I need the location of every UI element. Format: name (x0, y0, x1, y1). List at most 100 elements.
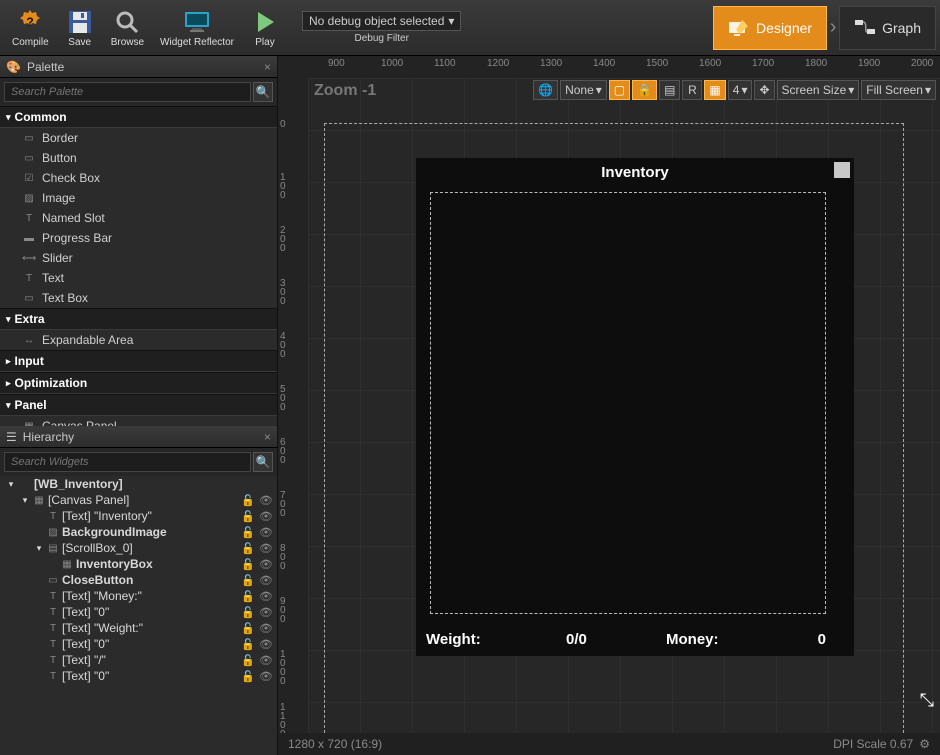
hierarchy-row[interactable]: T[Text] "0"🔓👁 (0, 604, 277, 620)
snap-size-combo[interactable]: 4▾ (728, 80, 753, 100)
eye-icon[interactable]: 👁 (259, 558, 273, 571)
hierarchy-row[interactable]: ▦InventoryBox🔓👁 (0, 556, 277, 572)
unlock-icon[interactable]: 🔓 (241, 670, 255, 683)
floppy-icon (65, 7, 95, 37)
palette-item[interactable]: ▨Image (0, 188, 277, 208)
play-button[interactable]: Play (242, 2, 288, 54)
designer-tab[interactable]: Designer (713, 6, 827, 50)
disclosure-icon[interactable]: ▾ (6, 479, 16, 490)
disclosure-icon[interactable]: ▾ (34, 543, 44, 554)
palette-item[interactable]: ▭Text Box (0, 288, 277, 308)
move-button[interactable]: ✥ (754, 80, 774, 100)
disclosure-icon[interactable]: ▾ (20, 495, 30, 506)
palette-item[interactable]: ⟷Slider (0, 248, 277, 268)
hierarchy-row[interactable]: T[Text] "Inventory"🔓👁 (0, 508, 277, 524)
eye-icon[interactable]: 👁 (259, 606, 273, 619)
palette-list[interactable]: ▾Common▭Border▭Button☑Check Box▨ImageTNa… (0, 106, 277, 426)
eye-icon[interactable]: 👁 (259, 654, 273, 667)
palette-item[interactable]: ↔Expandable Area (0, 330, 277, 350)
close-icon[interactable]: × (264, 60, 271, 74)
close-button-widget[interactable] (834, 162, 850, 178)
palette-item[interactable]: ▭Border (0, 128, 277, 148)
palette-item[interactable]: ▦Canvas Panel (0, 416, 277, 426)
eye-icon[interactable]: 👁 (259, 670, 273, 683)
palette-category[interactable]: ▾Common (0, 106, 277, 128)
eye-icon[interactable]: 👁 (259, 574, 273, 587)
ruler-tick: 200 (280, 226, 286, 253)
gear-icon[interactable]: ⚙ (919, 737, 930, 751)
hierarchy-row[interactable]: T[Text] "0"🔓👁 (0, 668, 277, 684)
palette-item[interactable]: ▬Progress Bar (0, 228, 277, 248)
unlock-icon[interactable]: 🔓 (241, 542, 255, 555)
unlock-icon[interactable]: 🔓 (241, 590, 255, 603)
hierarchy-tree[interactable]: ▾[WB_Inventory]▾▦[Canvas Panel]🔓👁T[Text]… (0, 476, 277, 755)
palette-item[interactable]: TNamed Slot (0, 208, 277, 228)
globe-button[interactable]: 🌐 (533, 80, 558, 100)
hierarchy-row[interactable]: ▭CloseButton🔓👁 (0, 572, 277, 588)
palette-search-input[interactable] (4, 82, 251, 102)
palette-tab[interactable]: 🎨 Palette × (0, 56, 277, 78)
ruler-tick: 1100 (434, 58, 456, 69)
hierarchy-row[interactable]: ▾▦[Canvas Panel]🔓👁 (0, 492, 277, 508)
weight-label: Weight: (426, 631, 481, 648)
hierarchy-row[interactable]: ▾▤[ScrollBox_0]🔓👁 (0, 540, 277, 556)
screen-size-combo[interactable]: Screen Size▾ (777, 80, 860, 100)
hierarchy-row[interactable]: T[Text] "0"🔓👁 (0, 636, 277, 652)
palette-item[interactable]: ☑Check Box (0, 168, 277, 188)
lock-toggle[interactable]: 🔒 (632, 80, 657, 100)
palette-item[interactable]: ▭Button (0, 148, 277, 168)
eye-icon[interactable]: 👁 (259, 622, 273, 635)
unlock-icon[interactable]: 🔓 (241, 606, 255, 619)
palette-category[interactable]: ▸Input (0, 350, 277, 372)
palette-category[interactable]: ▾Extra (0, 308, 277, 330)
eye-icon[interactable]: 👁 (259, 638, 273, 651)
eye-icon[interactable]: 👁 (259, 494, 273, 507)
hierarchy-row[interactable]: T[Text] "Money:"🔓👁 (0, 588, 277, 604)
breadcrumb-chevron: › (827, 6, 839, 50)
hierarchy-search-input[interactable] (4, 452, 251, 472)
hierarchy-tab[interactable]: ☰ Hierarchy × (0, 426, 277, 448)
eye-icon[interactable]: 👁 (259, 590, 273, 603)
palette-item[interactable]: TText (0, 268, 277, 288)
widget-type-icon: ▭ (22, 133, 36, 144)
graph-tab[interactable]: Graph (839, 6, 936, 50)
browse-button[interactable]: Browse (103, 2, 152, 54)
eye-icon[interactable]: 👁 (259, 526, 273, 539)
unlock-icon[interactable]: 🔓 (241, 558, 255, 571)
palette-search-button[interactable]: 🔍 (253, 82, 273, 102)
designer-viewport[interactable]: 9001000110012001300140015001600170018001… (278, 56, 940, 755)
none-combo[interactable]: None▾ (560, 80, 607, 100)
close-icon[interactable]: × (264, 430, 271, 444)
compile-button[interactable]: ? Compile (4, 2, 57, 54)
scrollbox-outline[interactable] (430, 192, 826, 614)
resize-handle-icon[interactable]: ⤡ (920, 690, 934, 711)
fill-screen-combo[interactable]: Fill Screen▾ (861, 80, 936, 100)
unlock-icon[interactable]: 🔓 (241, 510, 255, 523)
layout-toggle[interactable]: ▢ (609, 80, 630, 100)
widget-reflector-button[interactable]: Widget Reflector (152, 2, 242, 54)
eye-icon[interactable]: 👁 (259, 510, 273, 523)
hierarchy-row[interactable]: ▾[WB_Inventory] (0, 476, 277, 492)
layout-rows-button[interactable]: ▤ (659, 80, 680, 100)
unlock-icon[interactable]: 🔓 (241, 526, 255, 539)
palette-category[interactable]: ▸Optimization (0, 372, 277, 394)
unlock-icon[interactable]: 🔓 (241, 654, 255, 667)
inventory-panel[interactable]: Inventory Weight: 0/0 Money: 0 (416, 158, 854, 656)
unlock-icon[interactable]: 🔓 (241, 494, 255, 507)
hierarchy-row[interactable]: T[Text] "Weight:"🔓👁 (0, 620, 277, 636)
hierarchy-row[interactable]: T[Text] "/"🔓👁 (0, 652, 277, 668)
save-button[interactable]: Save (57, 2, 103, 54)
canvas-area[interactable]: Zoom -1 🌐 None▾ ▢ 🔒 ▤ R ▦ 4▾ ✥ Screen Si… (308, 78, 940, 737)
grid-toggle[interactable]: ▦ (704, 80, 725, 100)
unlock-icon[interactable]: 🔓 (241, 574, 255, 587)
r-button[interactable]: R (682, 80, 702, 100)
hierarchy-label: [ScrollBox_0] (62, 541, 239, 555)
unlock-icon[interactable]: 🔓 (241, 638, 255, 651)
hierarchy-search-button[interactable]: 🔍 (253, 452, 273, 472)
debug-object-combo[interactable]: No debug object selected ▾ (302, 11, 461, 31)
eye-icon[interactable]: 👁 (259, 542, 273, 555)
hierarchy-row[interactable]: ▨BackgroundImage🔓👁 (0, 524, 277, 540)
palette-item-label: Button (42, 151, 77, 165)
palette-category[interactable]: ▾Panel (0, 394, 277, 416)
unlock-icon[interactable]: 🔓 (241, 622, 255, 635)
